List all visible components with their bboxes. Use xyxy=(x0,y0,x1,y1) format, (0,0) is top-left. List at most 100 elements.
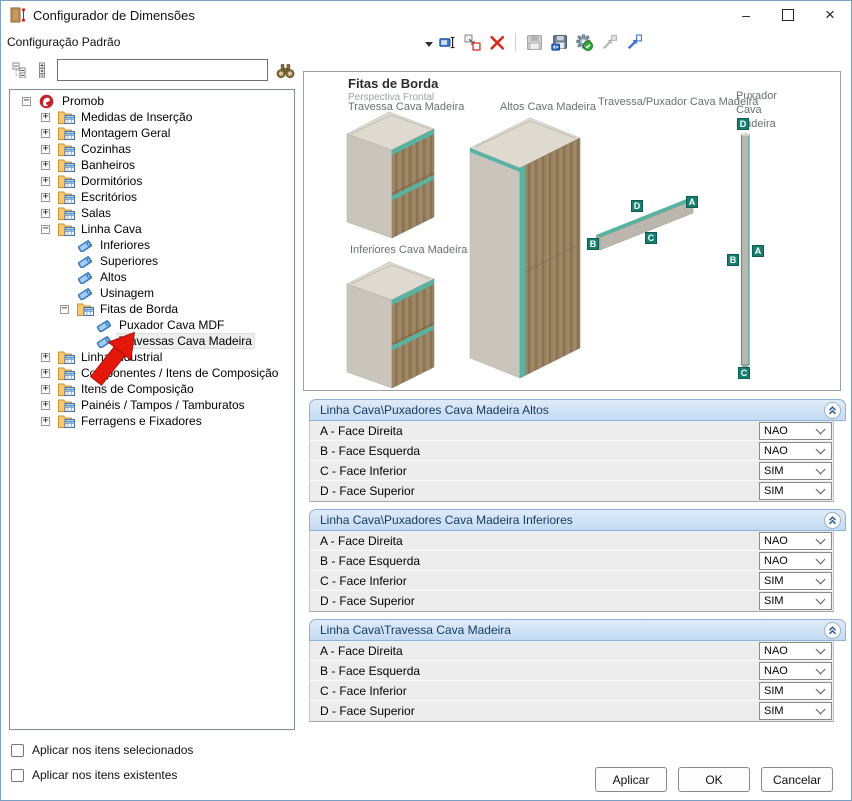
face-marker-a: A xyxy=(752,245,764,257)
value-dropdown[interactable]: SIM xyxy=(759,682,832,700)
tree-item[interactable]: +Banheiros xyxy=(10,157,294,173)
preview-title: Fitas de Borda xyxy=(348,76,438,91)
section-title: Linha Cava\Travessa Cava Madeira xyxy=(320,623,824,637)
label-travessa-puxador: Travessa/Puxador Cava Madeira xyxy=(598,96,758,108)
face-marker-d: D xyxy=(631,200,643,212)
tree-item[interactable]: Travessas Cava Madeira xyxy=(10,333,294,349)
tree-item[interactable]: −Linha Cava xyxy=(10,221,294,237)
tree-item[interactable]: +Salas xyxy=(10,205,294,221)
maximize-button[interactable] xyxy=(767,1,809,29)
delete-config-icon[interactable] xyxy=(487,32,507,52)
apply-existing-checkbox[interactable]: Aplicar nos itens existentes xyxy=(11,768,193,782)
collapse-node-icon[interactable]: − xyxy=(22,97,31,106)
tree-item-label: Medidas de Inserção xyxy=(79,110,194,124)
expand-node-icon[interactable]: + xyxy=(41,193,50,202)
tree-item[interactable]: +Itens de Composição xyxy=(10,381,294,397)
dropdown-value: SIM xyxy=(760,705,817,717)
tree-search-input[interactable] xyxy=(57,59,269,81)
close-button[interactable]: × xyxy=(809,1,851,29)
tree-item-label: Painéis / Tampos / Tamburatos xyxy=(79,398,247,412)
tree-item[interactable]: Puxador Cava MDF xyxy=(10,317,294,333)
tree-item[interactable]: +Cozinhas xyxy=(10,141,294,157)
dropdown-value: SIM xyxy=(760,465,817,477)
dropdown-value: NAO xyxy=(760,665,817,677)
minimize-button[interactable]: – xyxy=(725,1,767,29)
search-binoculars-button[interactable] xyxy=(273,59,297,81)
value-dropdown[interactable]: NAO xyxy=(759,552,832,570)
value-dropdown[interactable]: SIM xyxy=(759,462,832,480)
rename-config-icon[interactable] xyxy=(437,32,457,52)
value-dropdown[interactable]: NAO xyxy=(759,642,832,660)
tag-icon xyxy=(77,254,95,269)
checkbox-icon[interactable] xyxy=(11,744,24,757)
export-config-icon[interactable] xyxy=(549,32,569,52)
value-dropdown[interactable]: NAO xyxy=(759,662,832,680)
section-header[interactable]: Linha Cava\Travessa Cava Madeira xyxy=(309,619,846,641)
maximize-icon xyxy=(782,9,794,21)
duplicate-config-icon[interactable] xyxy=(462,32,482,52)
tree-item[interactable]: +Escritórios xyxy=(10,189,294,205)
expand-node-icon[interactable]: + xyxy=(41,177,50,186)
apply-config-icon[interactable] xyxy=(574,32,594,52)
folder-icon xyxy=(58,158,76,173)
expand-node-icon[interactable]: + xyxy=(41,401,50,410)
tree-item[interactable]: +Dormitórios xyxy=(10,173,294,189)
tree-item[interactable]: Superiores xyxy=(10,253,294,269)
value-dropdown[interactable]: SIM xyxy=(759,572,832,590)
titlebar: Configurador de Dimensões – × xyxy=(1,1,851,29)
value-dropdown[interactable]: SIM xyxy=(759,482,832,500)
tree-item[interactable]: −Fitas de Borda xyxy=(10,301,294,317)
collapse-node-icon[interactable]: − xyxy=(60,305,69,314)
tree-item[interactable]: +Componentes / Itens de Composição xyxy=(10,365,294,381)
tree-item[interactable]: +Montagem Geral xyxy=(10,125,294,141)
ok-button[interactable]: OK xyxy=(678,767,750,792)
collapse-node-icon[interactable]: − xyxy=(41,225,50,234)
collapse-section-button[interactable] xyxy=(824,622,841,639)
checkbox-icon[interactable] xyxy=(11,769,24,782)
expand-node-icon[interactable]: + xyxy=(41,385,50,394)
expand-node-icon[interactable]: + xyxy=(41,369,50,378)
value-dropdown[interactable]: SIM xyxy=(759,592,832,610)
tag-icon xyxy=(77,238,95,253)
tree-item[interactable]: + Painéis / Tampos / Tamburatos xyxy=(10,397,294,413)
value-dropdown[interactable]: SIM xyxy=(759,702,832,720)
folder-icon xyxy=(58,190,76,205)
expand-node-icon[interactable]: + xyxy=(41,417,50,426)
collapse-all-button[interactable] xyxy=(9,59,31,81)
import-config-icon[interactable] xyxy=(624,32,644,52)
tree-item[interactable]: −Promob xyxy=(10,93,294,109)
tree-item[interactable]: Inferiores xyxy=(10,237,294,253)
cancel-button[interactable]: Cancelar xyxy=(761,767,833,792)
tree-item-label: Linha Industrial xyxy=(79,350,164,364)
apply-button[interactable]: Aplicar xyxy=(595,767,667,792)
tree-item[interactable]: Usinagem xyxy=(10,285,294,301)
param-row: A - Face DireitaNAO xyxy=(310,641,833,661)
collapse-section-button[interactable] xyxy=(824,402,841,419)
tag-icon xyxy=(77,270,95,285)
collapse-section-button[interactable] xyxy=(824,512,841,529)
value-dropdown[interactable]: NAO xyxy=(759,422,832,440)
expand-node-icon[interactable]: + xyxy=(41,161,50,170)
tree-item[interactable]: + Linha Industrial xyxy=(10,349,294,365)
apply-selected-checkbox[interactable]: Aplicar nos itens selecionados xyxy=(11,743,193,757)
expand-node-icon[interactable]: + xyxy=(41,353,50,362)
expand-node-icon[interactable]: + xyxy=(41,145,50,154)
section-header[interactable]: Linha Cava\Puxadores Cava Madeira Altos xyxy=(309,399,846,421)
param-label: A - Face Direita xyxy=(320,644,759,658)
tree-item[interactable]: +Ferragens e Fixadores xyxy=(10,413,294,429)
chevron-down-icon xyxy=(816,534,826,544)
tree-item[interactable]: + Medidas de Inserção xyxy=(10,109,294,125)
config-dropdown-arrow-icon[interactable] xyxy=(425,42,433,47)
expand-node-icon[interactable]: + xyxy=(41,113,50,122)
config-combobox[interactable]: Configuração Padrão xyxy=(7,35,120,49)
expand-node-icon[interactable]: + xyxy=(41,209,50,218)
expand-node-icon[interactable]: + xyxy=(41,129,50,138)
face-marker-d: D xyxy=(737,118,749,130)
parameter-sections: Linha Cava\Puxadores Cava Madeira Altos A… xyxy=(309,399,846,729)
value-dropdown[interactable]: NAO xyxy=(759,442,832,460)
tree-item[interactable]: Altos xyxy=(10,269,294,285)
expand-all-button[interactable] xyxy=(31,59,53,81)
value-dropdown[interactable]: NAO xyxy=(759,532,832,550)
param-row: B - Face EsquerdaNAO xyxy=(310,441,833,461)
section-header[interactable]: Linha Cava\Puxadores Cava Madeira Inferi… xyxy=(309,509,846,531)
